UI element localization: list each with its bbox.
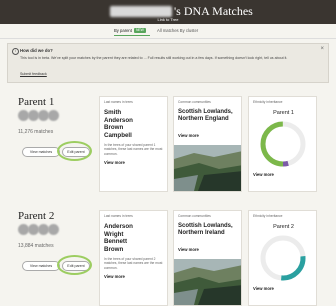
avatar: [48, 110, 59, 121]
card-label: Common communities: [178, 214, 211, 218]
close-icon[interactable]: ×: [320, 46, 324, 52]
donut-arc-primary: [260, 121, 284, 167]
lastname-item: Wright: [104, 230, 124, 238]
ethnicity-title: Parent 2: [273, 224, 294, 230]
view-matches-button[interactable]: View matches: [22, 147, 60, 157]
view-more-link[interactable]: View more: [178, 133, 199, 138]
ethnicity-card[interactable]: Ethnicity inheritance Parent 1 View more: [248, 96, 317, 192]
donut-arc-primary: [281, 256, 306, 281]
lastname-item: Bennett: [104, 238, 128, 245]
info-icon: i: [12, 48, 19, 55]
parent-summary: Parent 1 11,276 matches View matches Edi…: [18, 96, 94, 192]
community-name: Scottish Lowlands, Northern Ireland: [178, 223, 233, 237]
feedback-banner: i How did we do? × This tool is in beta.…: [7, 43, 329, 83]
redacted-avatars: [18, 224, 59, 235]
parent-title: Parent 1: [18, 96, 55, 108]
community-card[interactable]: Common communities Scottish Lowlands, No…: [173, 96, 242, 192]
match-count: 11,276 matches: [18, 129, 54, 135]
card-label: Ethnicity inheritance: [253, 100, 283, 104]
highlight-circle: [57, 255, 92, 275]
lastname-item: Smith: [104, 109, 122, 116]
lastname-item: Brown: [104, 124, 124, 131]
lastnames-card[interactable]: Last names in trees Smith Anderson Brown…: [99, 96, 168, 192]
lastname-item: Anderson: [104, 223, 133, 230]
lastnames-card[interactable]: Last names in trees Anderson Wright Benn…: [99, 210, 168, 306]
parent-title: Parent 2: [18, 210, 55, 222]
view-more-link[interactable]: View more: [253, 286, 274, 291]
ethnicity-donut: [260, 121, 306, 167]
view-tabs: By parent NEW All matches By cluster: [0, 27, 336, 37]
view-more-link[interactable]: View more: [104, 274, 125, 279]
donut-arc-secondary: [282, 160, 289, 167]
parent-section: Parent 1 11,276 matches View matches Edi…: [0, 96, 336, 192]
ethnicity-donut: [260, 235, 306, 281]
feedback-title: How did we do?: [20, 48, 53, 53]
view-more-link[interactable]: View more: [253, 172, 274, 177]
top-header: 's DNA Matches Link to Tree: [0, 0, 336, 24]
redacted-name: [110, 5, 172, 17]
tab-by-parent-label: By parent: [114, 28, 132, 33]
view-more-link[interactable]: View more: [178, 247, 199, 252]
community-name: Scottish Lowlands, Northern England: [178, 109, 233, 123]
tab-other-views[interactable]: All matches By cluster: [157, 28, 198, 33]
parent-summary: Parent 2 13,884 matches View matches Edi…: [18, 210, 94, 306]
card-label: Last names in trees: [104, 214, 133, 218]
page-title: 's DNA Matches: [110, 4, 253, 18]
redacted-avatars: [18, 110, 59, 121]
avatar: [48, 224, 59, 235]
card-label: Common communities: [178, 100, 211, 104]
lastname-item: Anderson: [104, 116, 133, 124]
match-count: 13,884 matches: [18, 243, 54, 249]
view-more-link[interactable]: View more: [104, 160, 125, 165]
tabs-divider: [0, 38, 336, 39]
feedback-body: This tool is in beta. We've split your m…: [20, 56, 288, 60]
lastnames-list: Smith Anderson Brown Campbell: [104, 109, 133, 139]
card-label: Ethnicity inheritance: [253, 214, 283, 218]
active-tab-underline: [114, 35, 150, 36]
highlight-circle: [57, 141, 92, 161]
lastnames-list: Anderson Wright Bennett Brown: [104, 223, 133, 253]
ethnicity-title: Parent 1: [273, 110, 294, 116]
landscape-photo: [174, 259, 241, 305]
parent-section: Parent 2 13,884 matches View matches Edi…: [0, 210, 336, 306]
new-badge: NEW: [133, 28, 146, 33]
view-matches-button[interactable]: View matches: [22, 261, 60, 271]
link-to-tree[interactable]: Link to Tree: [0, 17, 336, 22]
lastname-item: Campbell: [104, 131, 132, 139]
lastname-item: Brown: [104, 245, 124, 253]
card-label: Last names in trees: [104, 100, 133, 104]
landscape-photo: [174, 145, 241, 191]
tab-by-parent[interactable]: By parent NEW: [114, 28, 146, 33]
ethnicity-card[interactable]: Ethnicity inheritance Parent 2 View more: [248, 210, 317, 306]
lastnames-note: In the trees of your shared parent 1 mat…: [104, 143, 163, 156]
community-card[interactable]: Common communities Scottish Lowlands, No…: [173, 210, 242, 306]
submit-feedback-link[interactable]: Submit feedback: [20, 72, 47, 76]
lastnames-note: In the trees of your shared parent 2 mat…: [104, 257, 163, 270]
